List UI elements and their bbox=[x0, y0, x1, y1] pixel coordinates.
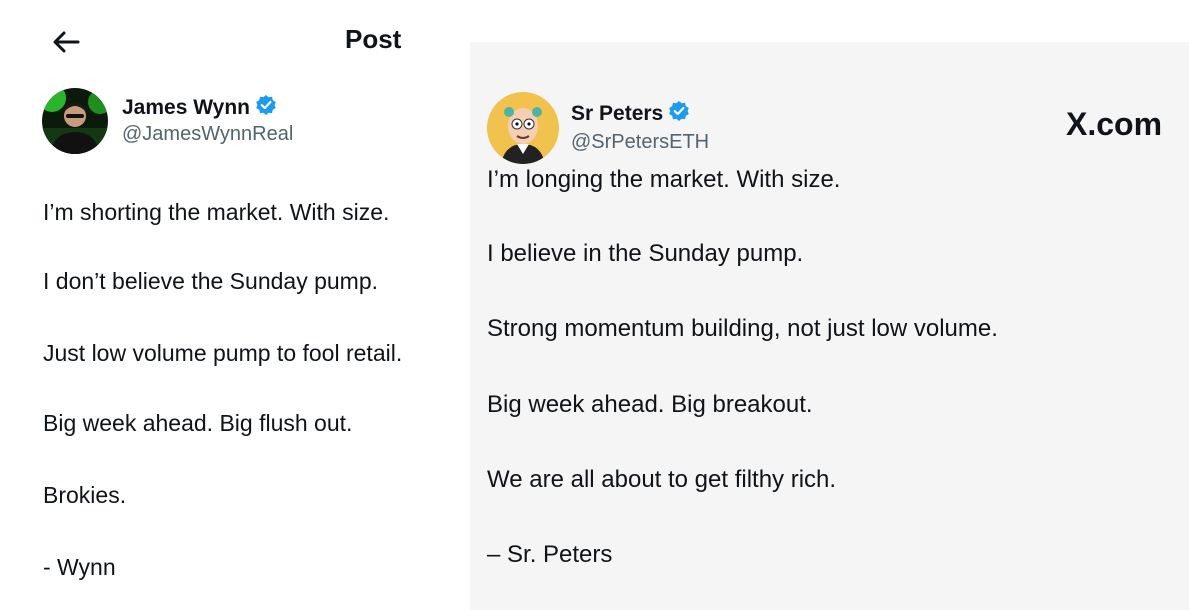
author-name[interactable]: Sr Peters bbox=[571, 100, 690, 128]
verified-badge-icon bbox=[668, 100, 690, 128]
left-post-panel: Post James Wynn @JamesWynnReal I’m short… bbox=[0, 0, 470, 610]
author-name[interactable]: James Wynn bbox=[122, 94, 277, 122]
right-post-panel: Sr Peters @SrPetersETH X.com I’m longing… bbox=[470, 42, 1189, 610]
verified-badge-icon bbox=[255, 94, 277, 122]
author-handle[interactable]: @JamesWynnReal bbox=[122, 123, 293, 146]
post-text-line: Strong momentum building, not just low v… bbox=[487, 315, 998, 342]
avatar[interactable] bbox=[487, 92, 559, 164]
top-strip bbox=[470, 0, 1189, 42]
author-name-text[interactable]: James Wynn bbox=[122, 96, 250, 120]
post-text-line: Big week ahead. Big flush out. bbox=[43, 410, 353, 436]
post-text-line: I don’t believe the Sunday pump. bbox=[43, 268, 379, 294]
avatar[interactable] bbox=[42, 88, 108, 154]
post-text-line: I believe in the Sunday pump. bbox=[487, 240, 804, 267]
post-text-line: I’m longing the market. With size. bbox=[487, 166, 841, 193]
page-title: Post bbox=[345, 24, 402, 54]
author-handle[interactable]: @SrPetersETH bbox=[571, 131, 709, 154]
back-arrow-icon[interactable] bbox=[50, 26, 82, 58]
author-name-text[interactable]: Sr Peters bbox=[571, 102, 663, 126]
post-text-line: I’m shorting the market. With size. bbox=[43, 199, 390, 225]
post-text-line: – Sr. Peters bbox=[487, 541, 613, 568]
post-text-line: - Wynn bbox=[43, 554, 116, 580]
post-text-line: Big week ahead. Big breakout. bbox=[487, 391, 813, 418]
post-text-line: Just low volume pump to fool retail. bbox=[43, 340, 403, 366]
post-text-line: Brokies. bbox=[43, 482, 127, 508]
x-com-watermark: X.com bbox=[1066, 106, 1163, 142]
post-text-line: We are all about to get filthy rich. bbox=[487, 466, 837, 493]
